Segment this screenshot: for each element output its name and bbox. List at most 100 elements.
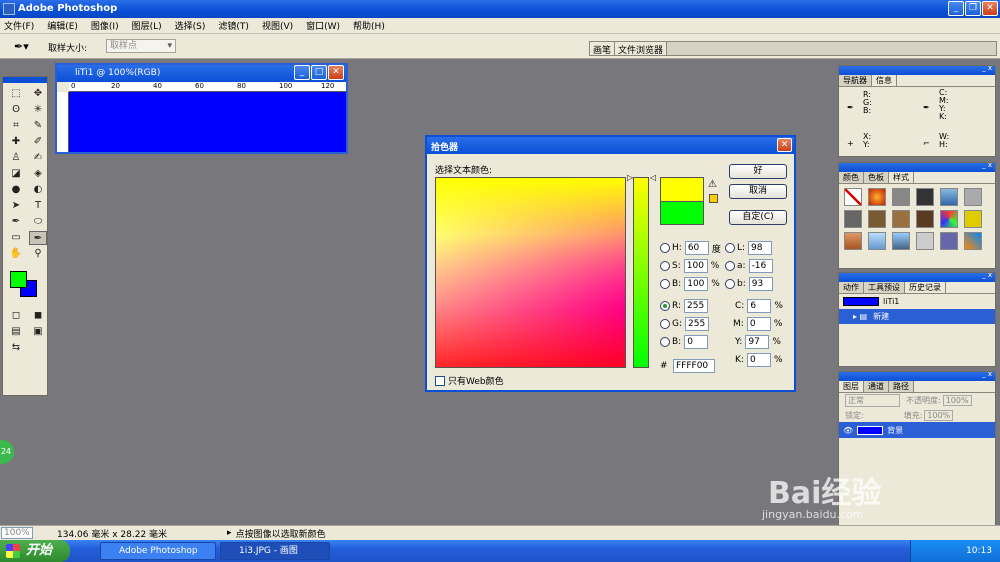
tab-channels[interactable]: 通道 [864,381,889,392]
b-radio[interactable] [660,279,670,289]
lab-l-input[interactable]: 98 [748,241,773,255]
lab-a-radio[interactable] [725,261,735,271]
r-input[interactable]: 255 [684,299,709,313]
taskbar-item-paint[interactable]: 1i3.JPG - 画图 [220,542,330,560]
ok-button[interactable]: 好 [729,164,787,179]
style-swatch[interactable] [892,188,910,206]
style-swatch[interactable] [940,232,958,250]
sample-size-select[interactable]: 取样点 [106,39,176,53]
style-swatch[interactable] [844,210,862,228]
menu-window[interactable]: 窗口(W) [306,19,340,32]
blue-radio[interactable] [660,337,670,347]
hue-slider-right-arrow-icon[interactable]: ◁ [650,173,656,182]
eyedropper-tool-icon[interactable]: ✒ [29,231,47,245]
notes-tool-icon[interactable]: ▭ [7,231,25,245]
doc-close-button[interactable]: ✕ [328,65,344,80]
path-select-tool-icon[interactable]: ➤ [7,199,25,213]
b-input[interactable]: 100 [684,277,709,291]
zoom-input[interactable]: 100% [1,527,33,539]
menu-image[interactable]: 图像(I) [91,19,119,32]
floating-badge[interactable]: 24 [0,440,14,464]
color-field[interactable] [435,177,626,368]
eye-icon[interactable]: 👁 [843,426,853,435]
style-swatch[interactable] [844,232,862,250]
hex-input[interactable]: FFFF00 [673,359,715,373]
r-radio[interactable] [660,301,670,311]
taskbar-item-photoshop[interactable]: Adobe Photoshop [100,542,216,560]
type-tool-icon[interactable]: T [29,199,47,213]
tab-swatches[interactable]: 色板 [864,172,889,183]
blend-mode-select[interactable]: 正常 [845,394,900,407]
eraser-tool-icon[interactable]: ◪ [7,167,25,181]
fullscreen-mode-icon[interactable]: ▣ [29,325,47,339]
clone-stamp-tool-icon[interactable]: ♙ [7,151,25,165]
shape-tool-icon[interactable]: ⬭ [29,215,47,229]
tab-actions[interactable]: 动作 [839,282,864,293]
g-input[interactable]: 255 [685,317,710,331]
color-picker-close-button[interactable]: ✕ [777,138,792,152]
pen-tool-icon[interactable]: ✒ [7,215,25,229]
menu-layer[interactable]: 图层(L) [132,19,162,32]
y-input[interactable]: 97 [745,335,770,349]
style-swatch[interactable] [940,210,958,228]
style-swatch[interactable] [916,210,934,228]
history-brush-tool-icon[interactable]: ✍ [29,151,47,165]
style-swatch[interactable] [892,232,910,250]
style-swatch[interactable] [868,232,886,250]
blur-tool-icon[interactable]: ● [7,183,25,197]
menu-select[interactable]: 选择(S) [175,19,206,32]
style-swatch[interactable] [892,210,910,228]
style-swatch[interactable] [844,188,862,206]
lasso-tool-icon[interactable]: ʘ [7,103,25,117]
palette-well-file-browser[interactable]: 文件浏览器 [615,42,668,56]
lab-b-input[interactable]: 93 [748,277,773,291]
blue-input[interactable]: 0 [684,335,709,349]
fill-input[interactable]: 100% [924,409,954,421]
tab-history[interactable]: 历史记录 [905,282,946,293]
menu-filter[interactable]: 滤镜(T) [218,19,249,32]
paint-bucket-tool-icon[interactable]: ◈ [29,167,47,181]
style-swatch[interactable] [868,188,886,206]
tab-styles[interactable]: 样式 [889,172,914,183]
web-colors-checkbox[interactable] [435,375,445,386]
magic-wand-tool-icon[interactable]: ✳ [29,103,47,117]
style-swatch[interactable] [868,210,886,228]
menu-view[interactable]: 视图(V) [262,19,293,32]
style-swatch[interactable] [964,210,982,228]
tab-info[interactable]: 信息 [872,75,897,86]
web-colors-only[interactable]: 只有Web颜色 [435,374,504,387]
menu-edit[interactable]: 编辑(E) [47,19,78,32]
crop-tool-icon[interactable]: ⌗ [7,119,25,133]
h-radio[interactable] [660,243,670,253]
c-input[interactable]: 6 [747,299,772,313]
quick-mask-icon[interactable]: ◼ [29,309,47,323]
standard-mode-icon[interactable]: ◻ [7,309,25,323]
opacity-input[interactable]: 100% [942,395,972,406]
eyedropper-icon[interactable]: ✒▾ [14,40,29,53]
k-input[interactable]: 0 [746,353,771,367]
screen-mode-icon[interactable]: ▤ [7,325,25,339]
jump-to-imageready-icon[interactable]: ⇆ [7,341,25,355]
zoom-tool-icon[interactable]: ⚲ [29,247,47,261]
status-arrow-icon[interactable]: ▸ [227,528,232,538]
healing-brush-tool-icon[interactable]: ✚ [7,135,25,149]
tab-navigator[interactable]: 导航器 [839,75,872,86]
custom-button[interactable]: 自定(C) [729,210,787,225]
g-radio[interactable] [660,319,670,329]
restore-button[interactable]: ❐ [965,1,981,16]
dodge-tool-icon[interactable]: ◐ [29,183,47,197]
start-button[interactable]: 开始 [0,540,70,562]
style-swatch[interactable] [964,232,982,250]
lab-b-radio[interactable] [725,279,735,289]
brush-tool-icon[interactable]: ✐ [29,135,47,149]
s-input[interactable]: 100 [683,259,708,273]
hue-slider[interactable] [633,177,649,368]
move-tool-icon[interactable]: ✥ [29,87,47,101]
document-canvas[interactable] [69,92,346,152]
h-input[interactable]: 60 [684,241,709,255]
original-color-swatch[interactable] [660,201,704,225]
style-swatch[interactable] [940,188,958,206]
foreground-color-swatch[interactable] [10,271,27,288]
close-button[interactable]: ✕ [982,1,998,16]
slice-tool-icon[interactable]: ✎ [29,119,47,133]
